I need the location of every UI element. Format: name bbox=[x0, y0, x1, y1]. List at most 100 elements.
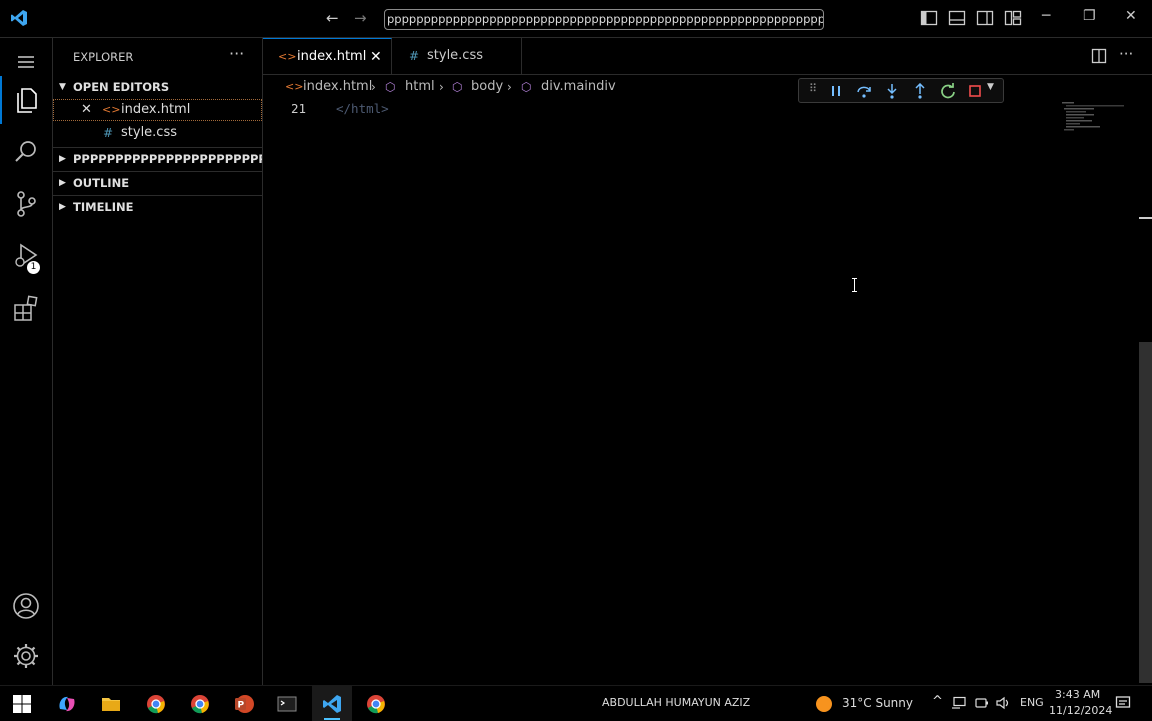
restart-icon[interactable] bbox=[940, 83, 956, 99]
open-editors-label: OPEN EDITORS bbox=[73, 80, 170, 94]
minimap[interactable] bbox=[1060, 100, 1130, 140]
title-bar: ← → pppppppppppppppppppppppppppppppppppp… bbox=[0, 0, 1152, 38]
breadcrumb-item[interactable]: html bbox=[405, 76, 435, 98]
editor-more-actions-button[interactable]: ··· bbox=[1119, 45, 1133, 63]
open-editors-section-header[interactable]: ▼ OPEN EDITORS bbox=[53, 76, 262, 98]
html-file-icon: <> bbox=[278, 50, 297, 63]
breadcrumb-item[interactable]: index.html bbox=[303, 76, 372, 98]
windows-start-icon[interactable] bbox=[11, 693, 33, 715]
chevron-down-icon[interactable]: ▼ bbox=[987, 82, 994, 92]
breadcrumb-item[interactable]: div.maindiv bbox=[541, 76, 616, 98]
copilot-icon[interactable] bbox=[56, 693, 78, 715]
activity-source-control[interactable] bbox=[0, 180, 52, 228]
sidebar-title: EXPLORER bbox=[73, 50, 134, 64]
powerpoint-icon[interactable]: P bbox=[233, 693, 255, 715]
split-editor-icon[interactable] bbox=[1091, 48, 1107, 64]
close-tab-icon[interactable]: ✕ bbox=[370, 39, 382, 75]
clock-time[interactable]: 3:43 AM bbox=[1055, 688, 1100, 701]
file-explorer-icon[interactable] bbox=[100, 693, 122, 715]
extensions-icon bbox=[14, 295, 38, 321]
code-line[interactable]: 21 </html> bbox=[263, 100, 863, 118]
tab-label: index.html bbox=[297, 49, 367, 64]
html-file-icon: <> bbox=[102, 103, 121, 116]
tab-index-html[interactable]: <> index.html ✕ bbox=[263, 38, 392, 74]
explorer-sidebar: EXPLORER ··· ▼ OPEN EDITORS ✕ <> index.h… bbox=[53, 38, 263, 685]
step-into-icon[interactable] bbox=[884, 83, 900, 99]
open-editor-item[interactable]: # style.css bbox=[53, 122, 262, 144]
outline-label: OUTLINE bbox=[73, 176, 130, 190]
close-editor-icon[interactable]: ✕ bbox=[81, 99, 92, 121]
folder-label: PPPPPPPPPPPPPPPPPPPPPPPPPPPP... bbox=[73, 152, 262, 166]
chrome-icon[interactable] bbox=[145, 693, 167, 715]
terminal-icon[interactable] bbox=[276, 693, 298, 715]
line-number: 21 bbox=[291, 101, 307, 116]
customize-layout-icon[interactable] bbox=[1004, 10, 1022, 26]
breadcrumb-item[interactable]: body bbox=[471, 76, 503, 98]
activity-extensions[interactable] bbox=[0, 284, 52, 332]
open-editor-label: index.html bbox=[121, 102, 191, 117]
open-editor-item[interactable]: ✕ <> index.html bbox=[53, 99, 262, 121]
step-over-icon[interactable] bbox=[856, 83, 872, 99]
symbol-element-icon: ⬡ bbox=[385, 80, 396, 94]
chevron-right-icon: › bbox=[371, 80, 376, 94]
nav-back-button[interactable]: ← bbox=[326, 9, 339, 27]
chevron-right-icon: › bbox=[439, 80, 444, 94]
text-cursor-icon bbox=[852, 278, 857, 292]
weather-label[interactable]: 31°C Sunny bbox=[842, 696, 913, 710]
debug-count-badge: 1 bbox=[27, 261, 40, 274]
chevron-right-icon: ▶ bbox=[59, 202, 66, 212]
symbol-element-icon: ⬡ bbox=[452, 80, 463, 94]
stop-icon[interactable] bbox=[968, 84, 982, 98]
user-name-label: ABDULLAH HUMAYUN AZIZ bbox=[602, 696, 751, 709]
timeline-section-header[interactable]: ▶ TIMELINE bbox=[53, 196, 262, 218]
network-icon[interactable] bbox=[951, 696, 967, 710]
close-window-button[interactable]: ✕ bbox=[1125, 8, 1137, 24]
windows-taskbar: P ABDULLAH HUMAYUN AZIZ 31°C Sunny ^ ENG… bbox=[0, 685, 1152, 721]
activity-accounts[interactable] bbox=[0, 582, 52, 630]
chrome-icon[interactable] bbox=[189, 693, 211, 715]
volume-icon[interactable] bbox=[995, 695, 1011, 711]
tab-style-css[interactable]: # style.css bbox=[392, 38, 522, 74]
chevron-right-icon: › bbox=[507, 80, 512, 94]
toggle-primary-sidebar-icon[interactable] bbox=[920, 10, 938, 26]
activity-run-debug[interactable]: 1 bbox=[0, 232, 52, 280]
explorer-files-icon bbox=[17, 88, 37, 113]
editor-tab-bar: <> index.html ✕ # style.css ··· bbox=[263, 38, 1152, 75]
account-icon bbox=[13, 593, 39, 619]
chrome-icon[interactable] bbox=[365, 693, 387, 715]
tray-overflow-chevron-icon[interactable]: ^ bbox=[932, 694, 943, 709]
editor-vertical-scrollbar[interactable] bbox=[1139, 342, 1152, 683]
clock-date[interactable]: 11/12/2024 bbox=[1049, 704, 1112, 717]
activity-search[interactable] bbox=[0, 128, 52, 176]
scroll-position-marker bbox=[1139, 217, 1152, 219]
battery-icon[interactable] bbox=[974, 696, 990, 710]
notifications-icon[interactable] bbox=[1115, 695, 1131, 711]
menu-icon bbox=[18, 56, 34, 68]
html-file-icon: <> bbox=[285, 80, 304, 93]
toggle-panel-icon[interactable] bbox=[948, 10, 966, 26]
drag-handle-icon[interactable]: ⠿ bbox=[809, 82, 817, 95]
layout-controls bbox=[920, 10, 1022, 26]
chevron-right-icon: ▶ bbox=[59, 178, 66, 188]
sidebar-more-actions-button[interactable]: ··· bbox=[229, 44, 244, 63]
toggle-secondary-sidebar-icon[interactable] bbox=[976, 10, 994, 26]
step-out-icon[interactable] bbox=[912, 83, 928, 99]
outline-section-header[interactable]: ▶ OUTLINE bbox=[53, 172, 262, 194]
search-icon bbox=[15, 141, 36, 162]
language-indicator[interactable]: ENG bbox=[1020, 696, 1044, 709]
command-center-search[interactable]: pppppppppppppppppppppppppppppppppppppppp… bbox=[384, 9, 824, 30]
pause-icon[interactable] bbox=[829, 84, 843, 98]
code-text: </html> bbox=[336, 101, 389, 116]
activity-explorer[interactable] bbox=[0, 76, 52, 124]
css-file-icon: # bbox=[103, 126, 114, 140]
restore-button[interactable]: ❐ bbox=[1083, 8, 1096, 24]
nav-forward-button[interactable]: → bbox=[354, 9, 367, 27]
tab-label: style.css bbox=[427, 48, 483, 63]
activity-manage[interactable] bbox=[0, 632, 52, 680]
css-file-icon: # bbox=[409, 49, 420, 63]
weather-sun-icon[interactable] bbox=[814, 694, 834, 714]
vscode-taskbar-icon[interactable] bbox=[321, 693, 343, 715]
folder-section-header[interactable]: ▶ PPPPPPPPPPPPPPPPPPPPPPPPPPPP... bbox=[53, 148, 262, 170]
minimize-button[interactable]: ─ bbox=[1042, 8, 1050, 24]
svg-text:P: P bbox=[238, 701, 245, 711]
